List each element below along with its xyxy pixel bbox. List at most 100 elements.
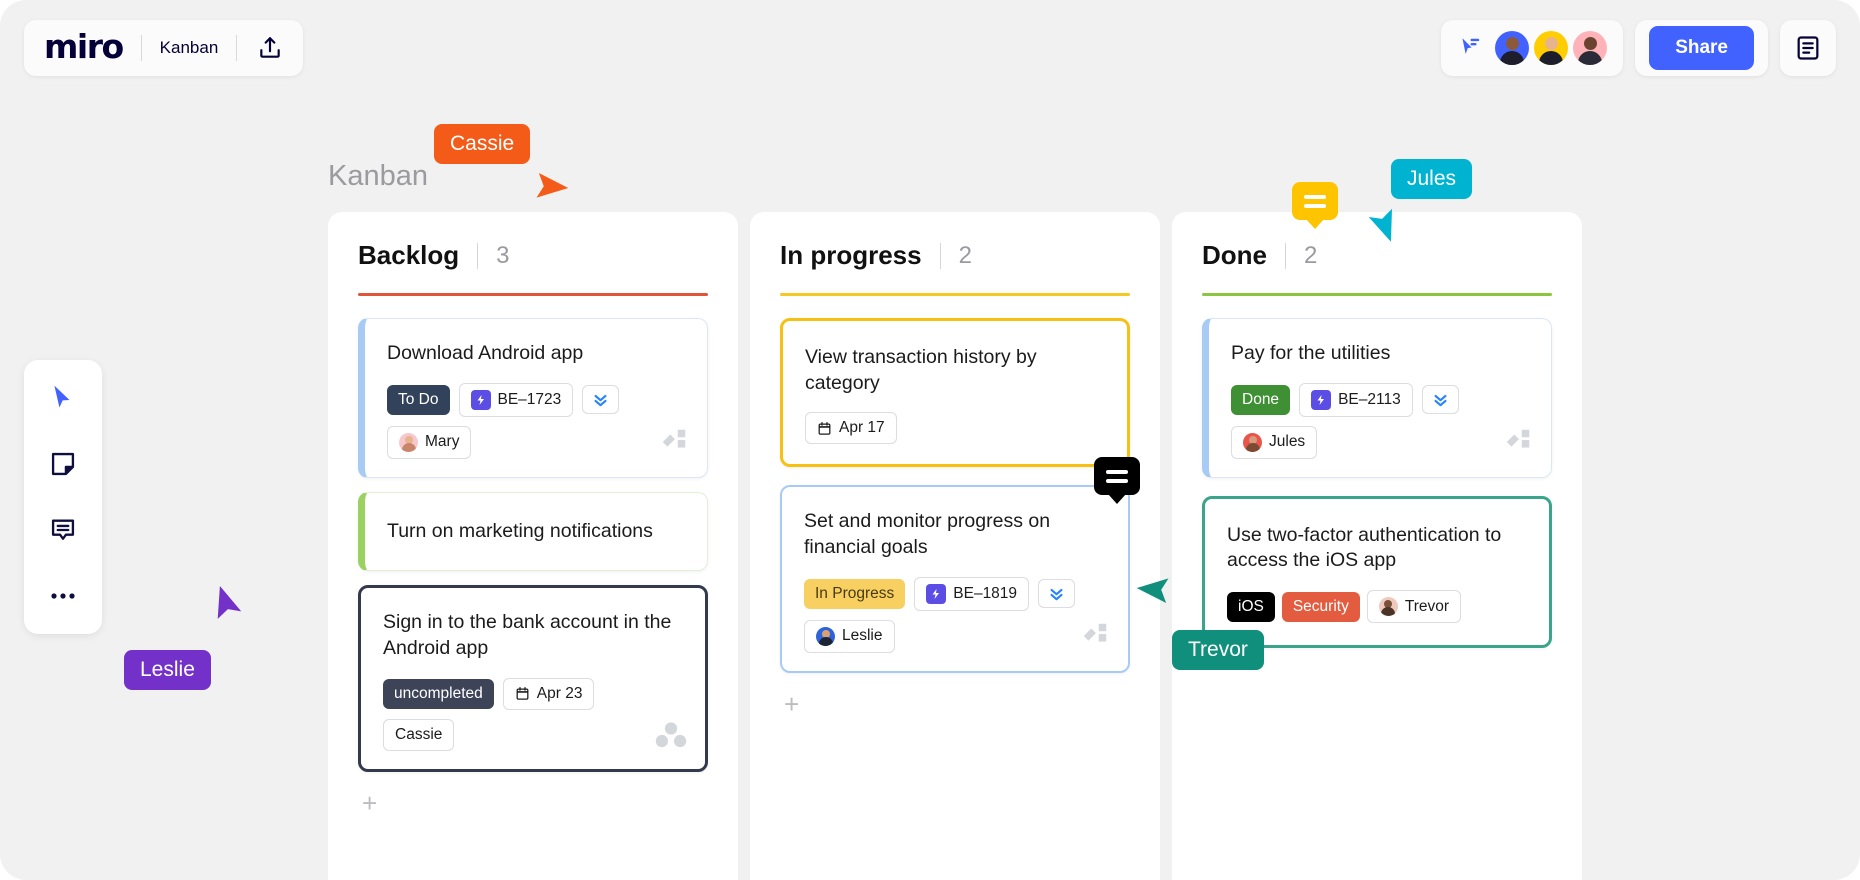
top-bar-left: miro Kanban: [24, 20, 304, 76]
card-assignee-row: Jules: [1231, 425, 1529, 459]
jira-issue-badge[interactable]: BE–1723: [458, 382, 574, 417]
miro-logo[interactable]: miro: [44, 30, 124, 67]
calendar-icon: [515, 686, 530, 701]
divider: [140, 35, 142, 61]
divider: [939, 242, 941, 269]
kanban-card[interactable]: Sign in to the bank account in the Andro…: [358, 585, 708, 772]
card-title: View transaction history by category: [805, 346, 1037, 394]
assignee-name: Mary: [425, 433, 460, 451]
avatar-icon: [399, 432, 418, 452]
column-title: Done: [1202, 240, 1267, 270]
column-header: Backlog 3: [358, 240, 708, 293]
card-assignee-row: Mary: [387, 425, 685, 459]
divider: [477, 242, 479, 269]
assignee-name: Cassie: [395, 725, 443, 743]
priority-low-icon[interactable]: [582, 385, 620, 415]
status-badge[interactable]: To Do: [387, 384, 450, 415]
status-badge[interactable]: uncompleted: [383, 678, 494, 709]
card-tag-row: Cassie: [383, 718, 683, 751]
priority-low-icon[interactable]: [1038, 579, 1076, 609]
add-card-button-in-progress[interactable]: +: [780, 687, 1130, 737]
assignee-badge[interactable]: Leslie: [804, 619, 895, 653]
kanban-columns: Backlog 3 Download Android app To Do BE–…: [328, 182, 1582, 880]
avatar[interactable]: [1573, 31, 1608, 65]
avatar-icon: [816, 626, 835, 646]
assignee-badge[interactable]: Trevor: [1366, 590, 1462, 624]
card-badges: Done BE–2113: [1231, 382, 1529, 417]
cursor-arrow-icon[interactable]: [43, 378, 83, 418]
column-count: 2: [958, 241, 972, 269]
comment-badge-yellow[interactable]: [1292, 182, 1338, 229]
jira-issue-badge[interactable]: BE–1819: [914, 576, 1030, 611]
board-name[interactable]: Kanban: [160, 38, 219, 58]
tag-badge-ios[interactable]: iOS: [1227, 591, 1275, 622]
kanban-card[interactable]: Use two-factor authentication to access …: [1202, 495, 1552, 649]
column-count: 2: [1304, 241, 1318, 269]
card-badges: In Progress BE–1819: [804, 576, 1106, 611]
due-date-label: Apr 23: [536, 684, 583, 702]
jira-issue-badge[interactable]: BE–2113: [1299, 382, 1413, 417]
kanban-card[interactable]: View transaction history by category Apr…: [780, 318, 1130, 468]
jira-logo-icon: [1503, 426, 1533, 461]
assignee-badge[interactable]: Jules: [1231, 425, 1318, 459]
jira-issue-icon: [470, 389, 491, 410]
cursor-pointer-cassie: [536, 173, 569, 198]
upload-icon[interactable]: [257, 35, 283, 61]
card-title: Download Android app: [387, 342, 584, 364]
kanban-card[interactable]: Set and monitor progress on financial go…: [780, 457, 1140, 673]
assignee-badge[interactable]: Mary: [387, 425, 472, 459]
jira-issue-key: BE–2113: [1338, 390, 1401, 408]
priority-low-icon[interactable]: [1421, 385, 1459, 415]
sticky-note-icon[interactable]: [43, 444, 83, 484]
calendar-icon: [817, 421, 832, 436]
avatar-icon: [1243, 432, 1262, 452]
jira-issue-icon: [926, 583, 947, 604]
jira-logo-icon: [1080, 620, 1110, 655]
card-title: Use two-factor authentication to access …: [1227, 523, 1502, 572]
status-badge-label: In Progress: [815, 584, 895, 602]
status-badge-label: To Do: [398, 390, 439, 408]
status-badge[interactable]: Done: [1231, 384, 1291, 415]
top-bar-right: Share: [1441, 20, 1836, 76]
column-header: Done 2: [1202, 240, 1552, 293]
cursor-select-icon[interactable]: [1457, 35, 1483, 61]
card-assignee-row: Leslie: [804, 619, 1106, 653]
assignee-badge[interactable]: Cassie: [383, 718, 455, 751]
status-badge[interactable]: In Progress: [804, 578, 906, 609]
column-title: In progress: [780, 240, 922, 270]
more-options-icon[interactable]: [43, 576, 83, 616]
comment-icon[interactable]: [43, 510, 83, 550]
kanban-card[interactable]: Pay for the utilities Done BE–2113 Jules: [1202, 318, 1552, 478]
status-badge-label: Done: [1242, 390, 1280, 408]
column-header: In progress 2: [780, 240, 1130, 293]
jira-issue-key: BE–1723: [497, 390, 562, 408]
cursor-label-jules: Jules: [1391, 159, 1473, 199]
tag-badge-security[interactable]: Security: [1281, 591, 1360, 622]
avatar[interactable]: [1534, 31, 1569, 65]
notes-panel-icon[interactable]: [1780, 20, 1836, 76]
due-date-badge[interactable]: Apr 23: [502, 677, 595, 710]
avatar[interactable]: [1495, 31, 1530, 65]
cursor-label-cassie: Cassie: [434, 124, 531, 164]
share-button[interactable]: Share: [1649, 26, 1754, 70]
collaborator-avatars[interactable]: [1495, 31, 1608, 65]
miro-board-app: miro Kanban Share Kanban Backlog 3 Downl…: [0, 0, 1860, 880]
due-date-badge[interactable]: Apr 17: [805, 412, 897, 445]
status-badge-label: uncompleted: [394, 684, 483, 702]
assignee-name: Jules: [1269, 433, 1306, 451]
avatar-icon: [1378, 597, 1398, 617]
jira-logo-icon: [659, 426, 689, 461]
kanban-card[interactable]: Download Android app To Do BE–1723 Mary: [358, 318, 708, 478]
card-title: Pay for the utilities: [1231, 342, 1391, 364]
card-badges: To Do BE–1723: [387, 382, 685, 417]
comment-badge-black[interactable]: [1094, 457, 1140, 505]
jira-issue-icon: [1311, 389, 1332, 410]
card-badges: iOS Security Trevor: [1227, 590, 1527, 624]
card-title: Set and monitor progress on financial go…: [804, 510, 1051, 559]
add-card-button-backlog[interactable]: +: [358, 786, 708, 836]
share-group: Share: [1635, 20, 1768, 76]
board-canvas-title: Kanban: [328, 160, 428, 192]
kanban-card[interactable]: Turn on marketing notifications: [358, 491, 708, 572]
card-title: Turn on marketing notifications: [387, 519, 653, 542]
tag-label: iOS: [1238, 597, 1264, 615]
